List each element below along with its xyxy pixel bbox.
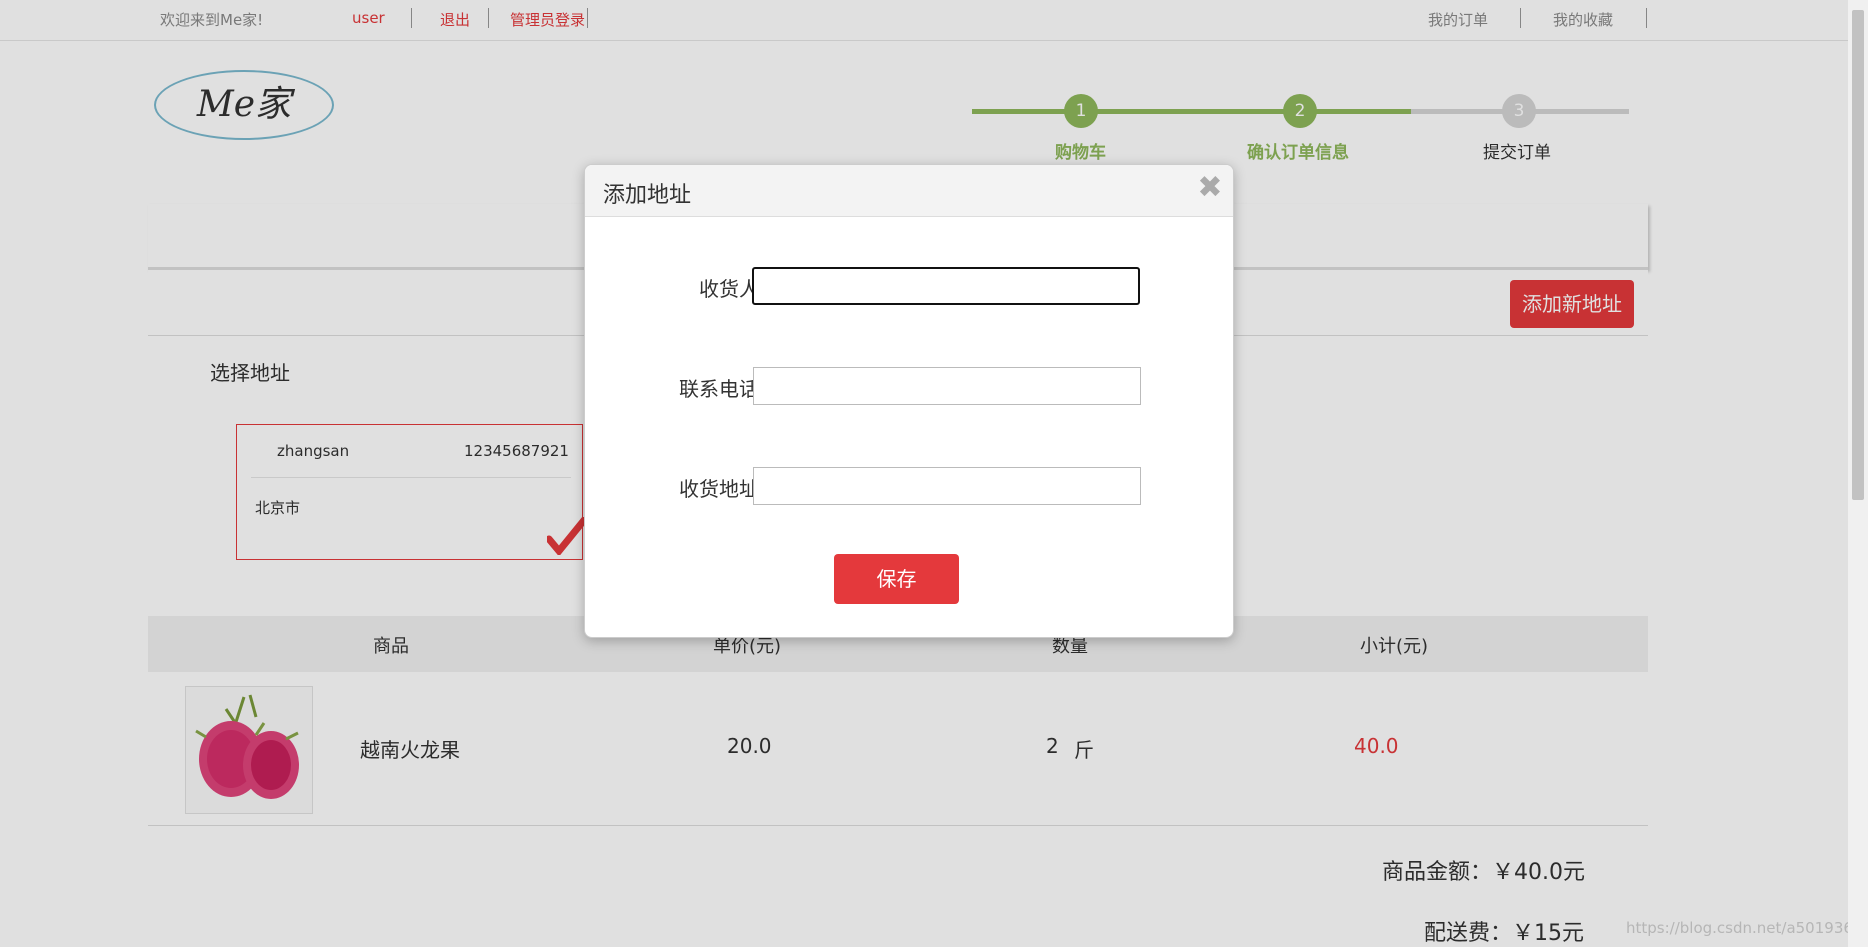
close-icon[interactable]: ✖ xyxy=(1193,171,1227,205)
scrollbar[interactable] xyxy=(1848,0,1868,947)
phone-input[interactable] xyxy=(753,367,1141,405)
save-button[interactable]: 保存 xyxy=(834,554,959,604)
add-address-dialog: 添加地址 ✖ 收货人： 联系电话： 收货地址： 保存 xyxy=(584,164,1234,638)
recipient-input[interactable] xyxy=(752,267,1140,305)
dialog-title: 添加地址 xyxy=(603,183,692,208)
address-input[interactable] xyxy=(753,467,1141,505)
dialog-header: 添加地址 ✖ xyxy=(585,165,1233,217)
scrollbar-thumb[interactable] xyxy=(1852,10,1864,500)
